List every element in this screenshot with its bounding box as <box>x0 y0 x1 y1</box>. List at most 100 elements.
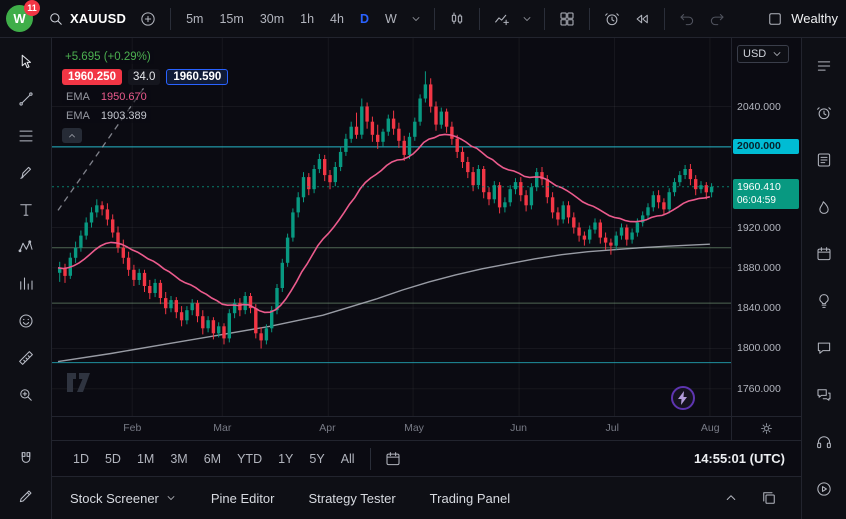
magnet-tool[interactable] <box>11 445 41 473</box>
toolbar-divider <box>589 8 590 30</box>
calendar-button[interactable] <box>809 240 839 268</box>
chart-pane[interactable]: +5.695 (+0.29%) 1960.250 34.0 1960.590 E… <box>52 38 731 416</box>
alerts-button[interactable] <box>809 99 839 127</box>
comments-button[interactable] <box>809 381 839 409</box>
chat-button[interactable] <box>809 334 839 362</box>
indicators-menu-button[interactable] <box>518 5 536 33</box>
range-5d[interactable]: 5D <box>98 448 128 470</box>
zoom-in-icon <box>17 386 35 404</box>
alert-price-label[interactable]: 2000.000 <box>733 139 799 154</box>
replay-button[interactable] <box>628 5 656 33</box>
quick-trade-button[interactable] <box>671 386 695 410</box>
fib-retracement-tool[interactable] <box>11 122 41 150</box>
axis-settings-button[interactable] <box>731 417 801 440</box>
gear-icon <box>759 421 774 436</box>
layout-grid-button[interactable] <box>553 5 581 33</box>
chevron-down-icon <box>165 492 177 504</box>
time-label-aug: Aug <box>701 422 720 434</box>
lightning-bolt-icon <box>678 391 688 405</box>
pattern-tool[interactable] <box>11 233 41 261</box>
news-button[interactable] <box>809 146 839 174</box>
last-price-label: 1960.410 06:04:59 <box>733 179 799 210</box>
watchlist-icon <box>815 57 833 75</box>
add-symbol-button[interactable] <box>134 5 162 33</box>
timeframe-30m[interactable]: 30m <box>253 8 291 30</box>
zoom-tool[interactable] <box>11 381 41 409</box>
measure-tool[interactable] <box>11 344 41 372</box>
range-5y[interactable]: 5Y <box>302 448 331 470</box>
timeframe-menu-button[interactable] <box>406 5 426 33</box>
draw-tool[interactable] <box>11 482 41 510</box>
redo-button[interactable] <box>703 5 731 33</box>
grid-icon <box>558 10 576 28</box>
indicator-legend-ema-fast[interactable]: EMA 1950.670 <box>62 90 151 104</box>
timeframe-d[interactable]: D <box>353 8 376 30</box>
chevron-down-icon <box>521 13 533 25</box>
chevron-up-icon <box>66 130 78 142</box>
rewind-icon <box>633 10 651 28</box>
bid-price[interactable]: 1960.250 <box>62 69 122 85</box>
bar-countdown: 06:04:59 <box>737 194 795 207</box>
price-axis[interactable]: USD 2000.000 1960.410 06:04:59 2040.000 1… <box>731 38 801 416</box>
price-tick: 2040.000 <box>737 101 781 113</box>
alarm-clock-icon <box>815 104 833 122</box>
utc-clock[interactable]: 14:55:01 (UTC) <box>694 451 785 466</box>
bars-icon <box>17 275 35 293</box>
tab-label: Pine Editor <box>211 491 275 506</box>
spread-value: 34.0 <box>128 69 160 85</box>
tab-strategy-tester[interactable]: Strategy Tester <box>308 491 395 506</box>
text-tool[interactable] <box>11 196 41 224</box>
range-6m[interactable]: 6M <box>197 448 228 470</box>
emoji-tool[interactable] <box>11 307 41 335</box>
timeframe-1h[interactable]: 1h <box>293 8 321 30</box>
brush-tool[interactable] <box>11 159 41 187</box>
range-1y[interactable]: 1Y <box>271 448 300 470</box>
toolbar-divider <box>170 8 171 30</box>
hotlists-button[interactable] <box>809 193 839 221</box>
plus-circle-icon <box>139 10 157 28</box>
alert-button[interactable] <box>598 5 626 33</box>
chevron-down-icon <box>771 48 783 60</box>
ask-price[interactable]: 1960.590 <box>166 69 228 85</box>
app-logo[interactable]: W 11 <box>6 5 33 32</box>
range-all[interactable]: All <box>334 448 362 470</box>
indicators-button[interactable] <box>488 5 516 33</box>
go-to-date-button[interactable] <box>379 445 407 473</box>
range-ytd[interactable]: YTD <box>230 448 269 470</box>
magnet-icon <box>17 450 35 468</box>
maximize-panel-button[interactable] <box>755 484 783 512</box>
price-tick: 1880.000 <box>737 262 781 274</box>
top-toolbar: W 11 XAUUSD 5m15m30m1h4hDW <box>0 0 846 38</box>
watchlist-button[interactable] <box>809 52 839 80</box>
timeframe-5m[interactable]: 5m <box>179 8 210 30</box>
headset-icon <box>815 433 833 451</box>
tab-trading-panel[interactable]: Trading Panel <box>430 491 510 506</box>
cursor-tool[interactable] <box>11 48 41 76</box>
range-3m[interactable]: 3M <box>163 448 194 470</box>
support-button[interactable] <box>809 428 839 456</box>
collapse-legend-button[interactable] <box>62 128 82 143</box>
range-1d[interactable]: 1D <box>66 448 96 470</box>
expand-panel-button[interactable] <box>717 484 745 512</box>
timeframe-15m[interactable]: 15m <box>212 8 250 30</box>
indicator-legend-ema-slow[interactable]: EMA 1903.389 <box>62 109 151 123</box>
forecast-tool[interactable] <box>11 270 41 298</box>
time-axis[interactable]: FebMarAprMayJunJulAug <box>52 416 801 440</box>
symbol-search-button[interactable]: XAUUSD <box>41 7 132 31</box>
text-icon <box>17 201 35 219</box>
timeframe-4h[interactable]: 4h <box>323 8 351 30</box>
trend-line-tool[interactable] <box>11 85 41 113</box>
tab-stock-screener[interactable]: Stock Screener <box>70 491 177 506</box>
tutorials-button[interactable] <box>809 475 839 503</box>
tab-pine-editor[interactable]: Pine Editor <box>211 491 275 506</box>
chart-legend: +5.695 (+0.29%) 1960.250 34.0 1960.590 E… <box>62 50 228 143</box>
chart-style-button[interactable] <box>443 5 471 33</box>
timeframe-w[interactable]: W <box>378 8 404 30</box>
currency-dropdown[interactable]: USD <box>737 45 789 63</box>
trend-line-icon <box>17 90 35 108</box>
undo-button[interactable] <box>673 5 701 33</box>
fullscreen-button[interactable] <box>761 5 789 33</box>
ideas-button[interactable] <box>809 287 839 315</box>
range-1m[interactable]: 1M <box>130 448 161 470</box>
time-label-apr: Apr <box>319 422 335 434</box>
